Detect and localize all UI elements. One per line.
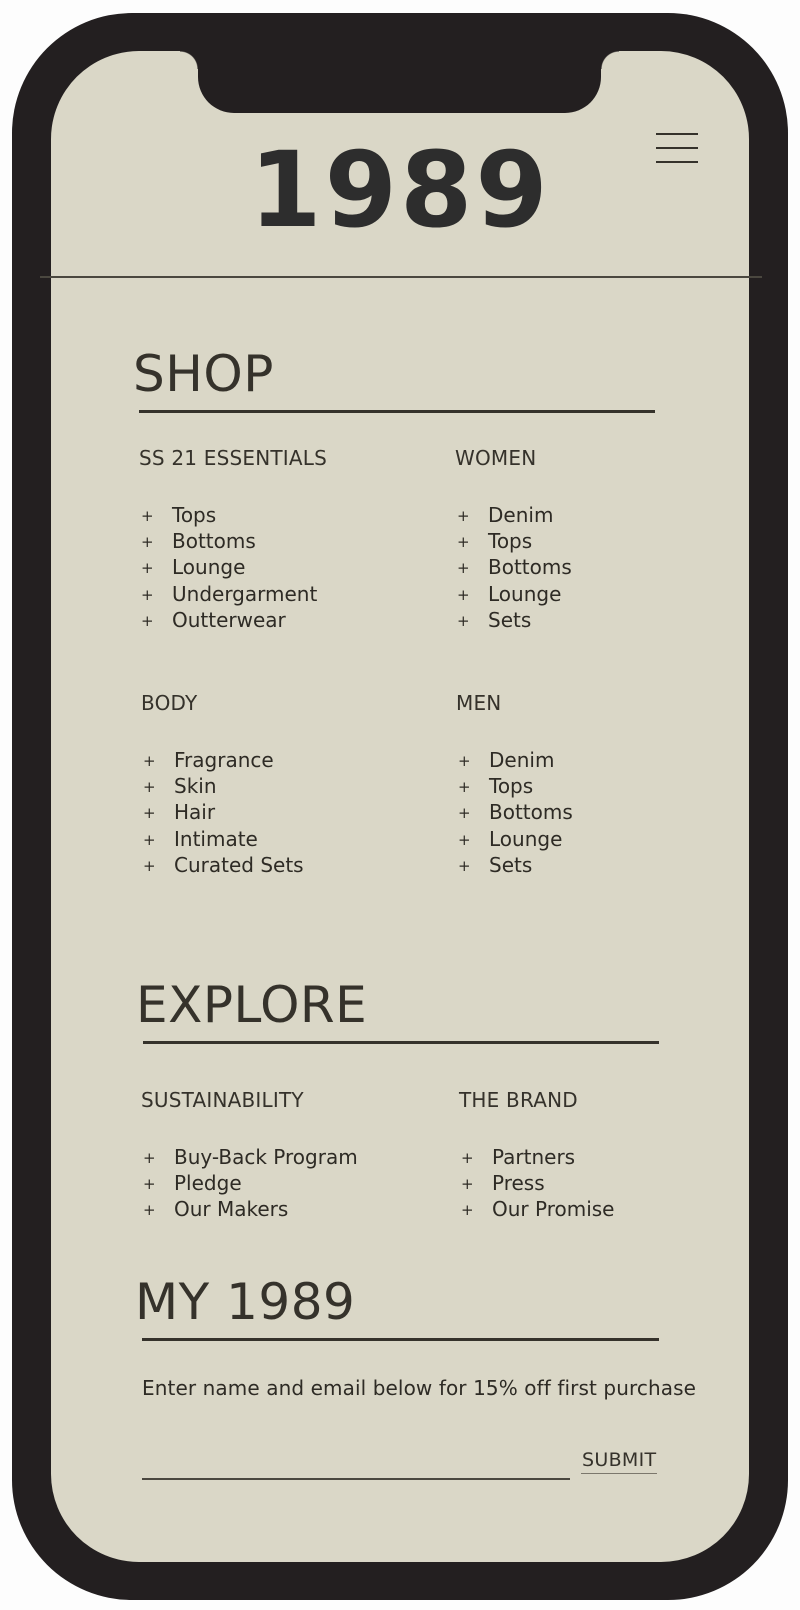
plus-icon: + [461, 1175, 474, 1194]
column-heading: WOMEN [455, 446, 537, 470]
plus-icon: + [461, 1201, 474, 1220]
list-item[interactable]: + Intimate [141, 826, 304, 852]
list-item[interactable]: + Tops [455, 528, 572, 554]
list-item[interactable]: + Bottoms [456, 799, 573, 825]
list-item[interactable]: + Press [459, 1170, 615, 1196]
plus-icon: + [143, 830, 156, 849]
column-heading: BODY [141, 691, 198, 715]
column-heading: THE BRAND [459, 1088, 578, 1112]
list-item[interactable]: + Bottoms [455, 554, 572, 580]
plus-icon: + [458, 856, 471, 875]
list-item[interactable]: + Lounge [139, 554, 327, 580]
plus-icon: + [457, 611, 470, 630]
list-item[interactable]: + Denim [455, 502, 572, 528]
plus-icon: + [457, 585, 470, 604]
plus-icon: + [143, 804, 156, 823]
plus-icon: + [141, 611, 154, 630]
list-item[interactable]: + Buy-Back Program [141, 1144, 358, 1170]
list-item[interactable]: + Lounge [456, 826, 573, 852]
column-heading: SUSTAINABILITY [141, 1088, 304, 1112]
plus-icon: + [141, 559, 154, 578]
list-item[interactable]: + Fragrance [141, 747, 304, 773]
plus-icon: + [143, 1175, 156, 1194]
signup-section-title: MY 1989 [135, 1273, 356, 1331]
list-item[interactable]: + Curated Sets [141, 852, 304, 878]
plus-icon: + [143, 1201, 156, 1220]
explore-column-sustainability: SUSTAINABILITY + Buy-Back Program + Pledge… [141, 1088, 358, 1223]
header-divider [40, 276, 762, 278]
plus-icon: + [458, 752, 471, 770]
plus-icon: + [458, 778, 471, 797]
column-heading: MEN [456, 691, 502, 715]
explore-section-title: EXPLORE [136, 976, 368, 1034]
list-item[interactable]: + Tops [456, 773, 573, 799]
menu-line [656, 147, 698, 149]
plus-icon: + [457, 533, 470, 552]
list-item[interactable]: + Bottoms [139, 528, 327, 554]
shop-section-divider [139, 410, 655, 413]
shop-column-essentials: SS 21 ESSENTIALS + Tops + Bottoms + Lounge … [139, 446, 327, 633]
plus-icon: + [143, 1149, 156, 1167]
plus-icon: + [458, 830, 471, 849]
list-item[interactable]: + Undergarment [139, 581, 327, 607]
hamburger-menu-icon[interactable] [656, 131, 700, 165]
email-field[interactable] [142, 1450, 570, 1480]
plus-icon: + [457, 559, 470, 578]
list-item[interactable]: + Sets [456, 852, 573, 878]
shop-column-women: WOMEN + Denim + Tops + Bottoms + Lounge + Set… [455, 446, 572, 633]
list-item[interactable]: + Our Promise [459, 1196, 615, 1222]
menu-line [656, 161, 698, 163]
submit-button[interactable]: SUBMIT [581, 1446, 658, 1474]
list-item[interactable]: + Skin [141, 773, 304, 799]
list-item[interactable]: + Tops [139, 502, 327, 528]
signup-section-divider [142, 1338, 659, 1341]
list-item[interactable]: + Pledge [141, 1170, 358, 1196]
plus-icon: + [141, 533, 154, 552]
plus-icon: + [143, 856, 156, 875]
plus-icon: + [461, 1149, 474, 1167]
plus-icon: + [141, 507, 154, 525]
list-item[interactable]: + Lounge [455, 581, 572, 607]
list-item[interactable]: + Denim [456, 747, 573, 773]
plus-icon: + [143, 752, 156, 770]
list-item[interactable]: + Partners [459, 1144, 615, 1170]
plus-icon: + [458, 804, 471, 823]
explore-column-brand: THE BRAND + Partners + Press + Our Promise [459, 1088, 615, 1223]
shop-column-body: BODY + Fragrance + Skin + Hair + Intimate + C… [141, 691, 304, 878]
plus-icon: + [143, 778, 156, 797]
list-item[interactable]: + Outterwear [139, 607, 327, 633]
shop-section-title: SHOP [133, 345, 274, 403]
shop-column-men: MEN + Denim + Tops + Bottoms + Lounge + Sets [456, 691, 573, 878]
menu-line [656, 133, 698, 135]
explore-section-divider [143, 1041, 659, 1044]
promo-text: Enter name and email below for 15% off f… [142, 1376, 697, 1400]
column-heading: SS 21 ESSENTIALS [139, 446, 328, 470]
plus-icon: + [141, 585, 154, 604]
phone-notch [180, 51, 619, 113]
list-item[interactable]: + Sets [455, 607, 572, 633]
plus-icon: + [457, 507, 470, 525]
list-item[interactable]: + Hair [141, 799, 304, 825]
list-item[interactable]: + Our Makers [141, 1196, 358, 1222]
